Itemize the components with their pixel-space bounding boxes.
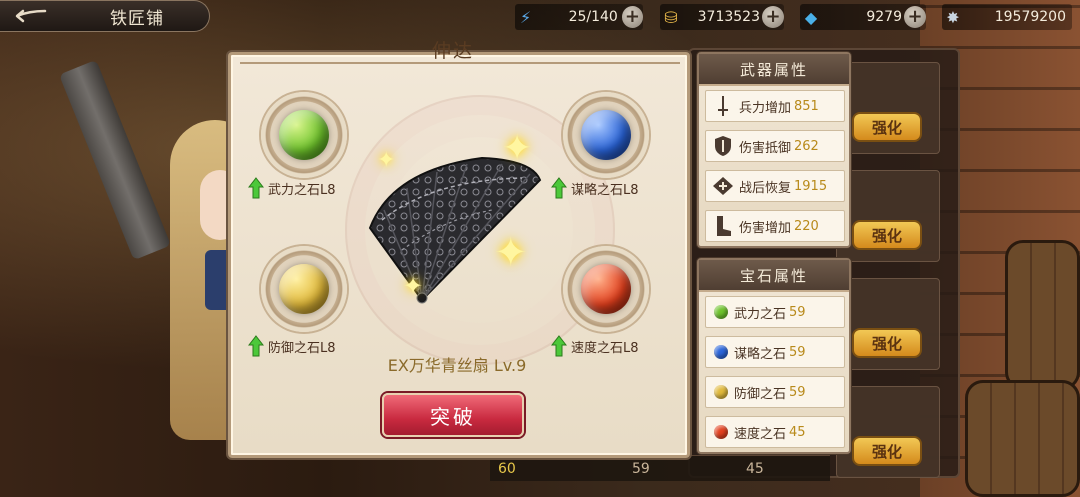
- gem-attributes-panel: 宝石属性 武力之石 59 谋略之石 59 防御之石 59 速度之石 45: [697, 258, 851, 454]
- gem-attributes-title: 宝石属性: [699, 260, 849, 292]
- boot-icon: [710, 213, 736, 239]
- bottom-value: 60: [498, 460, 516, 477]
- attr-value: 851: [794, 98, 819, 114]
- title-tab: 铁匠铺: [0, 0, 210, 32]
- crystal-icon: ◆: [804, 7, 818, 27]
- gem-slot-speed[interactable]: [563, 246, 649, 332]
- attr-value: 1915: [794, 178, 828, 194]
- sparkle-icon: ✦: [377, 148, 396, 173]
- red-gem-icon: [581, 264, 631, 314]
- bottom-value: 45: [746, 460, 764, 477]
- attr-label: 战后恢复: [739, 180, 792, 196]
- weapon-name: EX万华青丝扇 Lv.9: [387, 356, 527, 375]
- gem-attr-value: 59: [789, 304, 806, 320]
- sword-icon: [710, 93, 736, 119]
- star-icon: ✸: [946, 7, 960, 27]
- red-gem-icon: [714, 425, 728, 439]
- gem-label-strategy: 谋略之石L8: [551, 177, 639, 199]
- panel-title: 伸达: [431, 40, 474, 62]
- attr-row: 兵力增加 851: [705, 90, 845, 122]
- top-bar: 铁匠铺 ⚡ 25/140 + ⛁ 3713523 + ◆ 9279 + ✸ 19…: [0, 0, 1080, 34]
- blue-gem-icon: [581, 110, 631, 160]
- attr-value: 262: [794, 138, 819, 154]
- back-arrow-icon: [15, 9, 47, 23]
- gem-slot-defense[interactable]: [261, 246, 347, 332]
- bottom-value: 59: [632, 460, 650, 477]
- upgrade-arrow-icon: [551, 335, 567, 357]
- gem-attr-label: 防御之石: [734, 386, 787, 402]
- back-button[interactable]: [0, 1, 58, 31]
- yellow-gem-icon: [279, 264, 329, 314]
- gem-attr-label: 谋略之石: [734, 346, 787, 362]
- breakthrough-button[interactable]: 突破: [382, 393, 524, 437]
- sparkle-icon: ✦: [494, 230, 528, 276]
- enhance-button[interactable]: 强化: [852, 220, 922, 250]
- sparkle-icon: ✦: [502, 128, 533, 169]
- attr-row: 伤害增加 220: [705, 210, 845, 242]
- attr-row: 战后恢复 1915: [705, 170, 845, 202]
- stamina-value: 25/140: [568, 9, 618, 25]
- attr-label: 兵力增加: [739, 100, 792, 116]
- gem-label-force: 武力之石L8: [248, 177, 336, 199]
- green-gem-icon: [714, 305, 728, 319]
- upgrade-arrow-icon: [551, 177, 567, 199]
- gem-attr-row: 谋略之石 59: [705, 336, 845, 368]
- gem-attr-value: 59: [789, 344, 806, 360]
- gem-attr-value: 59: [789, 384, 806, 400]
- upgrade-arrow-icon: [248, 335, 264, 357]
- lightning-icon: ⚡: [519, 7, 532, 27]
- resource-gems: ◆ 9279 +: [800, 4, 926, 30]
- gold-value: 3713523: [697, 9, 760, 25]
- power-value: 19579200: [994, 9, 1066, 25]
- enhance-button[interactable]: 强化: [852, 328, 922, 358]
- gem-label-defense: 防御之石L8: [248, 335, 336, 357]
- enhance-button[interactable]: 强化: [852, 112, 922, 142]
- gem-attr-label: 速度之石: [734, 426, 787, 442]
- heal-icon: [710, 173, 736, 199]
- weapon-attributes-title: 武器属性: [699, 54, 849, 86]
- weapon-attributes-panel: 武器属性 兵力增加 851 伤害抵御 262 战后恢复 1915 伤害增加 22…: [697, 52, 851, 248]
- gem-attr-row: 速度之石 45: [705, 416, 845, 448]
- resource-power: ✸ 19579200: [942, 4, 1072, 30]
- attr-row: 伤害抵御 262: [705, 130, 845, 162]
- bottom-stat-strip: 60 59 45: [490, 455, 830, 481]
- barrel: [965, 380, 1080, 497]
- gem-attr-label: 武力之石: [734, 306, 787, 322]
- enhance-button[interactable]: 强化: [852, 436, 922, 466]
- add-stamina-button[interactable]: +: [621, 6, 643, 28]
- gems-value: 9279: [866, 9, 902, 25]
- add-gems-button[interactable]: +: [904, 6, 926, 28]
- resource-stamina: ⚡ 25/140 +: [515, 4, 643, 30]
- gem-slot-force[interactable]: [261, 92, 347, 178]
- page-title: 铁匠铺: [110, 8, 164, 29]
- yellow-gem-icon: [714, 385, 728, 399]
- coin-icon: ⛁: [664, 7, 678, 27]
- attr-label: 伤害抵御: [739, 140, 792, 156]
- gem-attr-row: 防御之石 59: [705, 376, 845, 408]
- gem-label-speed: 速度之石L8: [551, 335, 639, 357]
- attr-value: 220: [794, 218, 819, 234]
- attr-label: 伤害增加: [739, 220, 792, 236]
- green-gem-icon: [279, 110, 329, 160]
- add-gold-button[interactable]: +: [762, 6, 784, 28]
- blue-gem-icon: [714, 345, 728, 359]
- barrel: [1005, 240, 1080, 390]
- resource-gold: ⛁ 3713523 +: [660, 4, 784, 30]
- gem-attr-value: 45: [789, 424, 806, 440]
- upgrade-arrow-icon: [248, 177, 264, 199]
- gem-slot-strategy[interactable]: [563, 92, 649, 178]
- gem-attr-row: 武力之石 59: [705, 296, 845, 328]
- sparkle-icon: ✦: [403, 272, 424, 300]
- shield-icon: [710, 133, 736, 159]
